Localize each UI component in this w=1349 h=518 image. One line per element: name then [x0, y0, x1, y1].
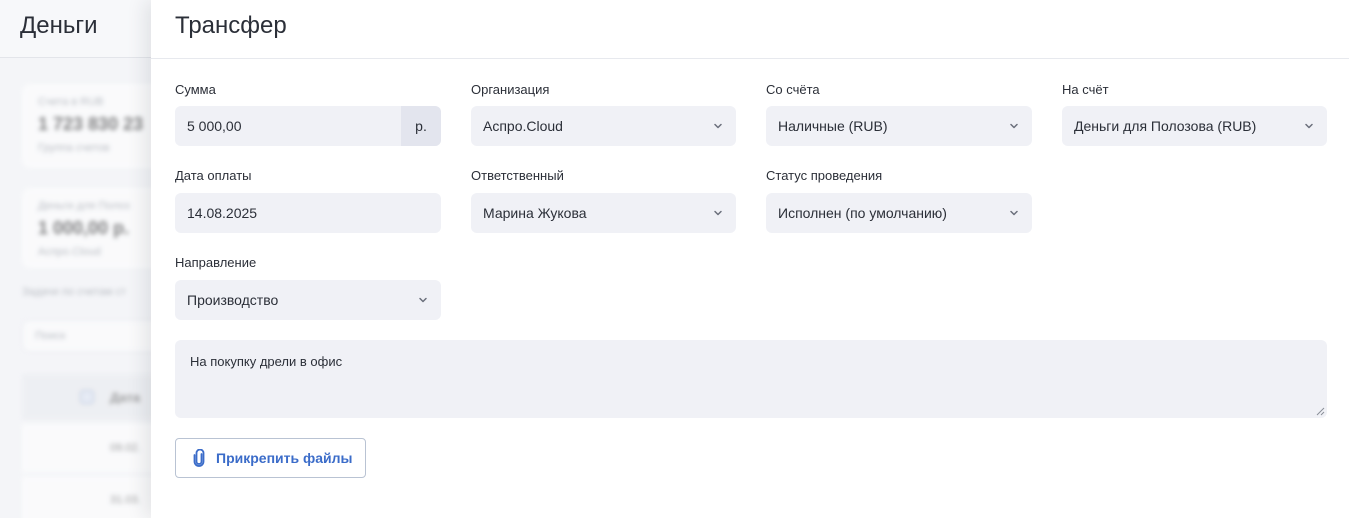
select-all-checkbox[interactable]	[80, 390, 94, 404]
amount-label: Сумма	[175, 82, 216, 97]
account-card-value: 1 000,00 р.	[38, 218, 130, 238]
chevron-down-icon	[419, 297, 427, 303]
amount-value: 5 000,00	[187, 118, 242, 134]
chevron-down-icon	[1010, 210, 1018, 216]
table-cell-date: 09.02.	[110, 442, 141, 454]
amount-input[interactable]: 5 000,00 р.	[175, 106, 441, 146]
paperclip-icon	[193, 449, 205, 467]
chevron-down-icon	[1010, 123, 1018, 129]
from-account-select[interactable]: Наличные (RUB)	[766, 106, 1032, 146]
panel-title: Трансфер	[175, 12, 287, 39]
payment-date-value: 14.08.2025	[187, 205, 258, 221]
background-table-header: Дата	[22, 374, 162, 420]
background-note: Задачи по счетам ст	[22, 286, 127, 298]
to-account-value: Деньги для Полозова (RUB)	[1074, 118, 1257, 134]
status-select[interactable]: Исполнен (по умолчанию)	[766, 193, 1032, 233]
responsible-select[interactable]: Марина Жукова	[471, 193, 736, 233]
background-search-input[interactable]: Поиск	[22, 320, 162, 352]
direction-label: Направление	[175, 255, 257, 270]
background-page-title: Деньги	[20, 12, 98, 39]
account-card-value: 1 723 830 23	[38, 114, 144, 134]
account-card-sub: Группа счетов	[38, 142, 110, 154]
payment-date-label: Дата оплаты	[175, 168, 252, 183]
background-search-placeholder: Поиск	[35, 330, 66, 342]
responsible-value: Марина Жукова	[483, 205, 587, 221]
organization-label: Организация	[471, 82, 550, 97]
direction-value: Производство	[187, 292, 279, 308]
table-cell-date: 31.03.	[110, 494, 141, 506]
table-row[interactable]: 31.03.	[22, 476, 162, 518]
panel-header: Трансфер	[151, 0, 1349, 59]
to-account-label: На счёт	[1062, 82, 1109, 97]
comment-textarea[interactable]: На покупку дрели в офис	[175, 340, 1327, 418]
comment-text: На покупку дрели в офис	[190, 354, 343, 369]
from-account-label: Со счёта	[766, 82, 820, 97]
table-row[interactable]: 09.02.	[22, 424, 162, 474]
status-value: Исполнен (по умолчанию)	[778, 205, 947, 221]
organization-value: Аспро.Cloud	[483, 118, 563, 134]
account-card[interactable]: Деньги для Полоз 1 000,00 р. Аспро.Cloud	[22, 188, 162, 268]
transfer-panel: Трансфер Сумма 5 000,00 р. Организация А…	[151, 0, 1349, 518]
chevron-down-icon	[714, 210, 722, 216]
direction-select[interactable]: Производство	[175, 280, 441, 320]
organization-select[interactable]: Аспро.Cloud	[471, 106, 736, 146]
resize-handle-icon[interactable]	[1315, 406, 1325, 416]
attach-files-button[interactable]: Прикрепить файлы	[175, 438, 366, 478]
responsible-label: Ответственный	[471, 168, 564, 183]
account-card-label: Деньги для Полоз	[38, 200, 130, 212]
attach-files-label: Прикрепить файлы	[216, 450, 353, 466]
account-card[interactable]: Счета в RUB 1 723 830 23 Группа счетов	[22, 84, 162, 168]
chevron-down-icon	[1305, 123, 1313, 129]
chevron-down-icon	[714, 123, 722, 129]
from-account-value: Наличные (RUB)	[778, 118, 888, 134]
payment-date-input[interactable]: 14.08.2025	[175, 193, 441, 233]
account-card-label: Счета в RUB	[38, 96, 104, 108]
table-header-date: Дата	[110, 390, 141, 405]
account-card-sub: Аспро.Cloud	[38, 246, 101, 258]
currency-suffix: р.	[401, 106, 441, 146]
status-label: Статус проведения	[766, 168, 883, 183]
to-account-select[interactable]: Деньги для Полозова (RUB)	[1062, 106, 1327, 146]
